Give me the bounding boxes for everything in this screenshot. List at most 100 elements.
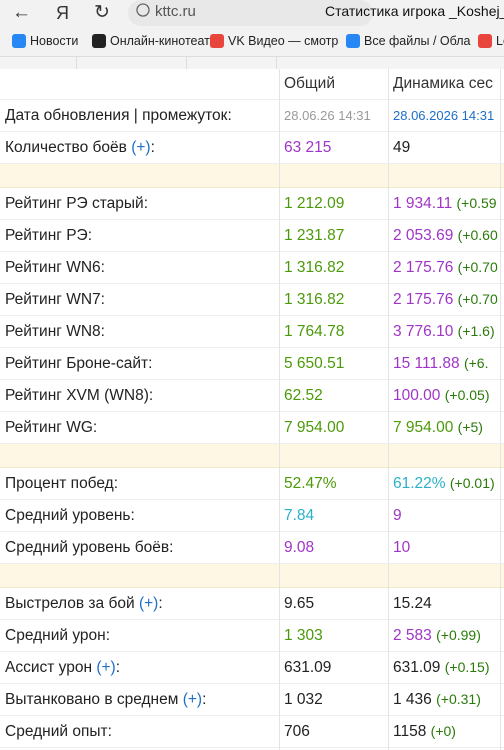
session-delta: (+0.60 <box>457 227 498 243</box>
table-row: Рейтинг Броне-сайт: 5 650.51 15 111.88 (+6… <box>0 348 504 380</box>
table-row: Ассист урон (+): 631.09 631.09 (+0.15) <box>0 652 504 684</box>
session-value: 1158 (+0) <box>393 723 456 740</box>
bookmark-item[interactable]: Онлайн-кинотеатр <box>92 34 217 48</box>
total-value: 631.09 <box>284 659 332 676</box>
total-value: 706 <box>284 723 310 740</box>
session-value: 15 111.88 (+6. <box>393 355 489 372</box>
session-delta: (+0.31) <box>436 691 481 707</box>
column-divider <box>279 69 280 750</box>
stat-label: Рейтинг WN7: <box>5 291 105 308</box>
session-value: 49 <box>393 139 411 156</box>
stat-label: Средний опыт: <box>5 723 112 740</box>
stat-label: Рейтинг WG: <box>5 419 98 436</box>
kinopoisk-icon <box>92 34 106 48</box>
table-row: Рейтинг РЭ: 1 231.87 2 053.69 (+0.60 <box>0 220 504 252</box>
vk-video-icon <box>210 34 224 48</box>
session-value: 2 175.76 (+0.70 <box>393 291 498 308</box>
table-row: Рейтинг WN7: 1 316.82 2 175.76 (+0.70 <box>0 284 504 316</box>
stat-label: Рейтинг РЭ: <box>5 227 92 244</box>
stat-label: Выстрелов за бой (+): <box>5 595 163 612</box>
stat-label: Рейтинг РЭ старый: <box>5 195 149 212</box>
column-total-header[interactable]: Общий <box>284 69 335 99</box>
back-arrow-icon[interactable]: ← <box>12 2 31 24</box>
vk-icon <box>12 34 26 48</box>
bookmarks-bar: Новости Онлайн-кинотеатр VK Видео — смотр В… <box>0 28 504 57</box>
session-delta: (+0.99) <box>436 627 481 643</box>
bookmark-label: Онлайн-кинотеатр <box>110 34 217 48</box>
total-value: 52.47% <box>284 475 337 492</box>
stat-label: Процент побед: <box>5 475 119 492</box>
expand-details-link[interactable]: (+) <box>139 595 158 612</box>
yandex-icon[interactable]: Я <box>56 2 69 24</box>
session-delta: (+0.70 <box>457 259 498 275</box>
table-row: Средний опыт: 706 1158 (+0) <box>0 716 504 748</box>
session-value: 10 <box>393 539 411 556</box>
table-row: Рейтинг WG: 7 954.00 7 954.00 (+5) <box>0 412 504 444</box>
session-value: 631.09 (+0.15) <box>393 659 490 676</box>
total-value: 7 954.00 <box>284 419 345 436</box>
expand-details-link[interactable]: (+) <box>131 139 150 156</box>
stat-label: Количество боёв (+): <box>5 139 155 156</box>
bookmark-label: VK Видео — смотр <box>228 34 339 48</box>
page-title: Статистика игрока _Koshej_ <box>325 3 504 19</box>
table-row: Количество боёв (+): 63 215 49 <box>0 132 504 164</box>
stat-label: Рейтинг XVM (WN8): <box>5 387 154 404</box>
session-delta: (+0) <box>430 723 456 739</box>
total-value: 1 316.82 <box>284 291 345 308</box>
table-row: Рейтинг РЭ старый: 1 212.09 1 934.11 (+0.5… <box>0 188 504 220</box>
session-delta: (+6. <box>463 355 489 371</box>
total-value: 1 303 <box>284 627 323 644</box>
table-header: Общий Динамика сес <box>0 69 504 100</box>
bookmark-item[interactable]: Все файлы / Обла <box>346 34 471 48</box>
expand-details-link[interactable]: (+) <box>96 659 115 676</box>
total-value: 63 215 <box>284 139 332 156</box>
total-value: 28.06.26 14:31 <box>284 108 371 123</box>
total-value: 1 764.78 <box>284 323 345 340</box>
table-row: Рейтинг WN6: 1 316.82 2 175.76 (+0.70 <box>0 252 504 284</box>
session-delta: (+1.6) <box>457 323 495 339</box>
table-row: Рейтинг WN8: 1 764.78 3 776.10 (+1.6) <box>0 316 504 348</box>
bookmark-label: Le <box>496 34 504 48</box>
session-delta: (+0.05) <box>444 387 490 403</box>
stat-label: Рейтинг WN8: <box>5 323 105 340</box>
total-value: 1 032 <box>284 691 323 708</box>
browser-toolbar: ← Я ↻ kttc.ru Статистика игрока _Koshej_ <box>0 0 504 28</box>
stat-label: Средний уровень боёв: <box>5 539 174 556</box>
stat-label: Средний уровень: <box>5 507 135 524</box>
table-row: Средний уровень: 7.84 9 <box>0 500 504 532</box>
session-value: 28.06.2026 14:31 <box>393 108 495 123</box>
site-info-icon[interactable] <box>136 3 150 17</box>
stat-label: Средний урон: <box>5 627 111 644</box>
session-value: 9 <box>393 507 402 524</box>
session-value: 61.22% (+0.01) <box>393 475 495 492</box>
column-divider <box>500 69 501 750</box>
bookmark-item[interactable]: VK Видео — смотр <box>210 34 338 48</box>
total-value: 9.08 <box>284 539 315 556</box>
stat-label: Рейтинг WN6: <box>5 259 105 276</box>
table-row: Рейтинг XVM (WN8): 62.52 100.00 (+0.05) <box>0 380 504 412</box>
column-session-header[interactable]: Динамика сес <box>393 69 493 99</box>
session-value: 1 436 (+0.31) <box>393 691 481 708</box>
session-value: 15.24 <box>393 595 432 612</box>
table-row: Вытанковано в среднем (+): 1 032 1 436 (+0… <box>0 684 504 716</box>
bookmark-item[interactable]: Le <box>478 34 504 48</box>
table-row: Процент побед: 52.47% 61.22% (+0.01) <box>0 468 504 500</box>
total-value: 5 650.51 <box>284 355 345 372</box>
url-text[interactable]: kttc.ru <box>155 3 196 20</box>
column-divider <box>388 69 389 750</box>
reload-icon[interactable]: ↻ <box>94 2 110 24</box>
table-row: Средний уровень боёв: 9.08 10 <box>0 532 504 564</box>
session-delta: (+0.70 <box>457 291 498 307</box>
session-value: 7 954.00 (+5) <box>393 419 483 436</box>
expand-details-link[interactable]: (+) <box>183 691 202 708</box>
section-separator <box>0 164 504 188</box>
session-value: 2 583 (+0.99) <box>393 627 481 644</box>
stat-label: Вытанковано в среднем (+): <box>5 691 207 708</box>
bookmark-item[interactable]: Новости <box>12 34 78 48</box>
total-value: 1 212.09 <box>284 195 345 212</box>
session-value: 2 053.69 (+0.60 <box>393 227 498 244</box>
session-value: 100.00 (+0.05) <box>393 387 490 404</box>
session-value: 3 776.10 (+1.6) <box>393 323 495 340</box>
session-value: 2 175.76 (+0.70 <box>393 259 498 276</box>
total-value: 1 231.87 <box>284 227 345 244</box>
